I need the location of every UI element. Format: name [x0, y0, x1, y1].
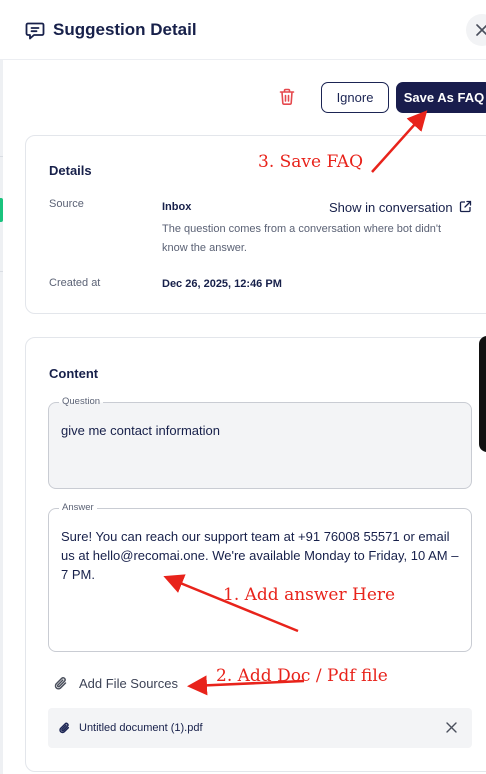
suggestion-detail-panel: Suggestion Detail Ignore Save As FAQ Det… [0, 0, 486, 774]
annotation-step-3: 3. Save FAQ [258, 152, 364, 172]
arrow-save-faq [371, 110, 428, 173]
annotation-step-2: 2. Add Doc / Pdf file [216, 666, 388, 686]
annotation-step-1: 1. Add answer Here [223, 585, 396, 605]
annotation-arrows [163, 110, 428, 696]
